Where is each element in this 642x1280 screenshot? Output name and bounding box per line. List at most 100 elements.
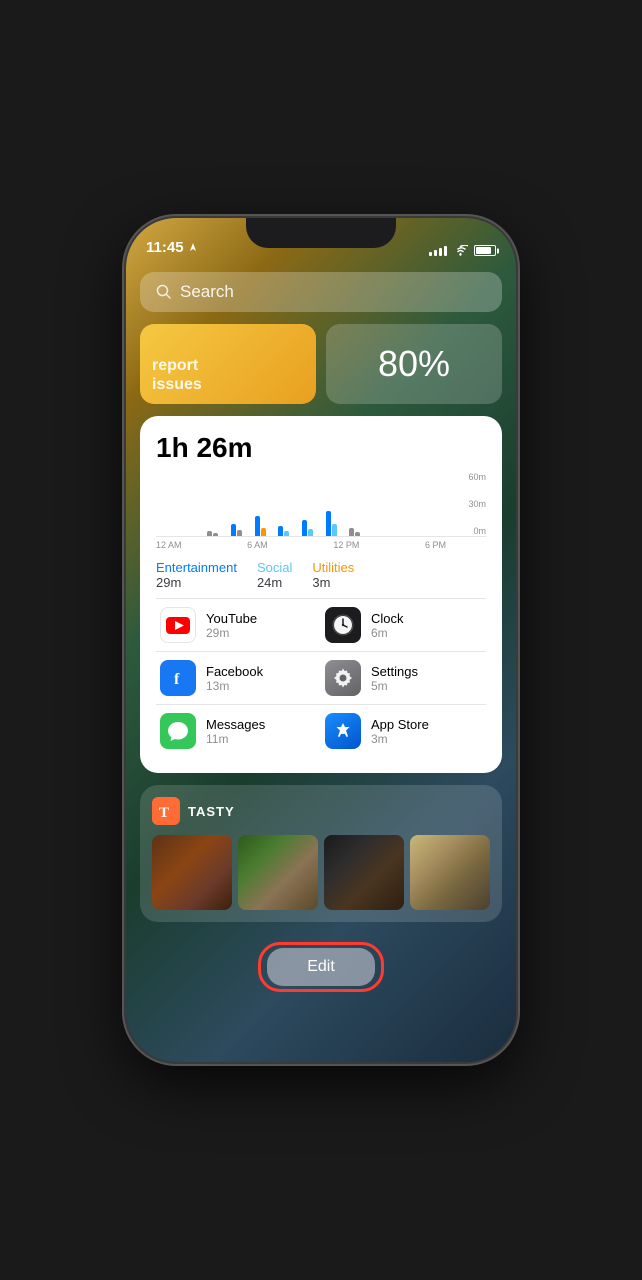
search-text: Search bbox=[180, 282, 234, 302]
tasty-logo-icon: T bbox=[155, 800, 177, 822]
settings-logo bbox=[332, 667, 354, 689]
search-bar[interactable]: Search bbox=[140, 272, 502, 312]
category-social: Social 24m bbox=[257, 560, 292, 590]
app-item-settings[interactable]: Settings 5m bbox=[321, 651, 486, 704]
bar bbox=[278, 526, 283, 536]
app-info-messages: Messages 11m bbox=[206, 717, 265, 746]
bar bbox=[326, 511, 331, 536]
facebook-icon: f bbox=[160, 660, 196, 696]
app-info-appstore: App Store 3m bbox=[371, 717, 429, 746]
categories-row: Entertainment 29m Social 24m Utilities 3… bbox=[156, 560, 486, 590]
app-info-youtube: YouTube 29m bbox=[206, 611, 257, 640]
y-label-0: 0m bbox=[473, 526, 486, 536]
edit-button[interactable]: Edit bbox=[267, 948, 375, 986]
food-image-3 bbox=[324, 835, 404, 910]
issues-line2: issues bbox=[152, 375, 304, 394]
signal-bar-1 bbox=[429, 252, 432, 256]
top-widgets-row: report issues 80% bbox=[140, 324, 502, 404]
phone-screen: 11:45 bbox=[126, 218, 516, 1062]
bar bbox=[237, 530, 242, 536]
app-item-clock[interactable]: Clock 6m bbox=[321, 598, 486, 651]
bar bbox=[355, 532, 360, 536]
battery-fill bbox=[476, 247, 491, 254]
food-image-4 bbox=[410, 835, 490, 910]
tasty-widget[interactable]: T TASTY bbox=[140, 785, 502, 922]
bar-group-3 bbox=[207, 531, 229, 536]
wifi-icon bbox=[453, 245, 468, 256]
status-icons bbox=[429, 245, 496, 256]
battery-icon bbox=[474, 245, 496, 256]
issues-line1: report bbox=[152, 356, 304, 375]
tasty-title: TASTY bbox=[188, 804, 235, 819]
issues-widget[interactable]: report issues bbox=[140, 324, 316, 404]
messages-icon bbox=[160, 713, 196, 749]
app-list: YouTube 29m bbox=[156, 598, 486, 757]
food-image-2 bbox=[238, 835, 318, 910]
youtube-logo bbox=[166, 617, 190, 634]
time-display: 11:45 bbox=[146, 239, 184, 256]
youtube-icon bbox=[160, 607, 196, 643]
category-utilities: Utilities 3m bbox=[312, 560, 354, 590]
category-entertainment: Entertainment 29m bbox=[156, 560, 237, 590]
bar-group-5 bbox=[255, 516, 277, 536]
bar-group-9 bbox=[349, 528, 371, 536]
bar bbox=[284, 531, 289, 536]
content-area: Search report issues 80% 1h 26m bbox=[126, 262, 516, 1062]
chart-bars bbox=[156, 472, 446, 536]
bar-group-6 bbox=[278, 526, 300, 536]
bar-group-4 bbox=[231, 524, 253, 536]
app-info-facebook: Facebook 13m bbox=[206, 664, 263, 693]
y-label-30: 30m bbox=[468, 499, 486, 509]
bar-group-7 bbox=[302, 520, 324, 536]
search-icon bbox=[156, 284, 172, 300]
app-time-facebook: 13m bbox=[206, 679, 263, 693]
signal-bar-4 bbox=[444, 246, 447, 256]
bar bbox=[255, 516, 260, 536]
app-info-settings: Settings 5m bbox=[371, 664, 418, 693]
svg-text:f: f bbox=[174, 671, 180, 688]
app-item-appstore[interactable]: App Store 3m bbox=[321, 704, 486, 757]
x-label-12pm: 12 PM bbox=[333, 540, 359, 550]
appstore-icon bbox=[325, 713, 361, 749]
clock-icon bbox=[325, 607, 361, 643]
facebook-logo: f bbox=[168, 668, 188, 688]
svg-text:T: T bbox=[159, 805, 169, 821]
edit-button-container: Edit bbox=[140, 934, 502, 996]
bar bbox=[261, 528, 266, 536]
screen-time-chart: 60m 30m 0m bbox=[156, 472, 486, 552]
app-time-messages: 11m bbox=[206, 732, 265, 746]
app-name-youtube: YouTube bbox=[206, 611, 257, 626]
x-label-6am: 6 AM bbox=[247, 540, 268, 550]
app-time-settings: 5m bbox=[371, 679, 418, 693]
app-item-messages[interactable]: Messages 11m bbox=[156, 704, 321, 757]
category-utilities-time: 3m bbox=[312, 575, 354, 590]
app-name-appstore: App Store bbox=[371, 717, 429, 732]
screen-time-widget[interactable]: 1h 26m 60m 30m 0m bbox=[140, 416, 502, 773]
clock-logo bbox=[331, 613, 355, 637]
category-social-time: 24m bbox=[257, 575, 292, 590]
app-time-clock: 6m bbox=[371, 626, 404, 640]
tasty-header: T TASTY bbox=[152, 797, 490, 825]
bar-group-8 bbox=[326, 511, 348, 536]
screen-time-total: 1h 26m bbox=[156, 432, 486, 464]
category-entertainment-time: 29m bbox=[156, 575, 237, 590]
app-item-youtube[interactable]: YouTube 29m bbox=[156, 598, 321, 651]
chart-y-labels: 60m 30m 0m bbox=[448, 472, 486, 536]
battery-widget[interactable]: 80% bbox=[326, 324, 502, 404]
signal-icon bbox=[429, 246, 447, 256]
app-name-clock: Clock bbox=[371, 611, 404, 626]
category-entertainment-name: Entertainment bbox=[156, 560, 237, 575]
settings-icon bbox=[325, 660, 361, 696]
bar bbox=[207, 531, 212, 536]
app-item-facebook[interactable]: f Facebook 13m bbox=[156, 651, 321, 704]
tasty-logo: T bbox=[152, 797, 180, 825]
bar bbox=[213, 533, 218, 536]
bar bbox=[349, 528, 354, 536]
food-image-1 bbox=[152, 835, 232, 910]
phone-frame: 11:45 bbox=[126, 218, 516, 1062]
signal-bar-2 bbox=[434, 250, 437, 256]
bar bbox=[332, 524, 337, 536]
signal-bar-3 bbox=[439, 248, 442, 256]
category-social-name: Social bbox=[257, 560, 292, 575]
app-time-youtube: 29m bbox=[206, 626, 257, 640]
